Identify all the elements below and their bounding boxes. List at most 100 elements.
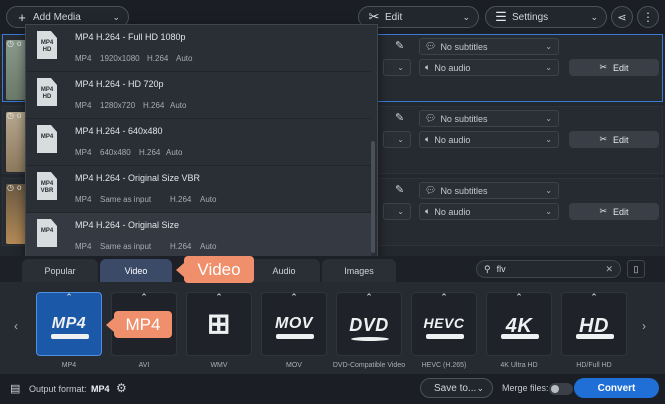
- format-4k[interactable]: ⌃ 4K: [486, 292, 552, 356]
- format-dropdown[interactable]: ⌄: [383, 131, 411, 148]
- tab-images[interactable]: Images: [322, 259, 396, 282]
- preset-bitrate: Auto: [166, 148, 183, 157]
- share-icon: ⋖: [617, 11, 627, 24]
- expand-up-icon: ⌃: [365, 292, 373, 302]
- merge-files-toggle[interactable]: [549, 383, 573, 395]
- popup-scrollbar[interactable]: [371, 141, 375, 253]
- clock-icon: ◷: [7, 39, 14, 48]
- scroll-left-icon[interactable]: ‹: [14, 319, 18, 333]
- preset-codec: H.264: [139, 148, 161, 157]
- device-detect-button[interactable]: ▯: [627, 260, 645, 278]
- windows-logo-icon: ⊞: [207, 308, 231, 339]
- preset-resolution: 1920x1080: [100, 54, 140, 63]
- tab-video[interactable]: Video: [100, 259, 172, 282]
- pencil-icon[interactable]: ✎: [395, 111, 404, 124]
- audio-dropdown[interactable]: 🔈︎ No audio ⌄: [419, 203, 559, 220]
- more-icon: ⋮: [642, 10, 654, 24]
- chevron-down-icon: ⌄: [112, 11, 120, 22]
- tab-popular[interactable]: Popular: [22, 259, 98, 282]
- convert-label: Convert: [597, 382, 636, 394]
- audio-dropdown[interactable]: 🔈︎ No audio ⌄: [419, 59, 559, 76]
- formats-strip: ⌃ MP4 ⌃ ⌃ ⊞ ⌃ MOV ⌃ DVD ⌃ HEVC ⌃ 4K ⌃ HD: [0, 282, 665, 374]
- preset-title: MP4 H.264 - 640x480: [75, 126, 163, 136]
- row-edit-label: Edit: [613, 62, 629, 73]
- convert-button[interactable]: Convert: [574, 378, 659, 398]
- mp4-file-icon: MP4 VBR: [37, 172, 57, 200]
- pencil-icon[interactable]: ✎: [395, 39, 404, 52]
- callout-label: MP4: [125, 314, 161, 334]
- tab-audio[interactable]: Audio: [248, 259, 320, 282]
- format-mp4[interactable]: ⌃ MP4: [36, 292, 102, 356]
- preset-bitrate: Auto: [200, 195, 217, 204]
- search-icon: ⚲: [484, 263, 491, 274]
- more-button[interactable]: ⋮: [637, 6, 659, 28]
- row-edit-button[interactable]: ✂ Edit: [569, 59, 659, 76]
- preset-codec: H.264: [170, 242, 192, 251]
- share-button[interactable]: ⋖: [611, 6, 633, 28]
- format-dvd[interactable]: ⌃ DVD: [336, 292, 402, 356]
- mp4-file-icon: MP4 HD: [37, 78, 57, 106]
- gear-icon[interactable]: ⚙: [116, 381, 127, 395]
- video-callout: Video: [176, 256, 254, 283]
- expand-up-icon: ⌃: [440, 292, 448, 302]
- mp4-file-icon: MP4: [37, 219, 57, 247]
- preset-codec: H.264: [147, 54, 169, 63]
- format-dropdown[interactable]: ⌄: [383, 203, 411, 220]
- row-edit-label: Edit: [613, 134, 629, 145]
- preset-title: MP4 H.264 - Original Size: [75, 220, 180, 230]
- preset-item[interactable]: MP4 MP4 H.264 - 640x480 MP4 640x480 H.26…: [26, 119, 371, 166]
- speaker-icon: 🔈︎: [425, 134, 431, 144]
- format-wmv[interactable]: ⌃ ⊞: [186, 292, 252, 356]
- preset-item[interactable]: MP4 VBR MP4 H.264 - Original Size VBR MP…: [26, 166, 371, 213]
- format-label: HEVC (H.265): [421, 362, 467, 369]
- expand-up-icon: ⌃: [290, 292, 298, 302]
- format-mov[interactable]: ⌃ MOV: [261, 292, 327, 356]
- format-logo-underline: [351, 337, 389, 341]
- preset-item[interactable]: MP4 MP4 H.264 - Original Size MP4 Same a…: [26, 213, 371, 257]
- preset-bitrate: Auto: [170, 101, 187, 110]
- chevron-down-icon: ⌄: [397, 63, 404, 72]
- format-hd[interactable]: ⌃ HD: [561, 292, 627, 356]
- preset-container: MP4: [75, 101, 92, 110]
- speech-bubble-icon: 💬︎: [425, 185, 437, 195]
- tools-icon: ✂: [599, 62, 608, 72]
- subtitles-dropdown[interactable]: 💬︎ No subtitles ⌄: [419, 182, 559, 199]
- chevron-down-icon: ⌄: [397, 135, 404, 144]
- preset-container: MP4: [75, 148, 92, 157]
- format-logo-underline: [51, 334, 89, 339]
- settings-button[interactable]: ☰ Settings ⌄: [485, 6, 607, 28]
- mp4-file-icon: MP4: [37, 125, 57, 153]
- format-hevc[interactable]: ⌃ HEVC: [411, 292, 477, 356]
- subtitles-dropdown[interactable]: 💬︎ No subtitles ⌄: [419, 110, 559, 127]
- preset-item[interactable]: MP4 HD MP4 H.264 - Full HD 1080p MP4 192…: [26, 25, 371, 72]
- expand-up-icon: ⌃: [590, 292, 598, 302]
- save-to-button[interactable]: Save to... ⌄: [420, 378, 493, 398]
- chevron-down-icon: ⌄: [462, 11, 470, 22]
- format-dropdown[interactable]: ⌄: [383, 59, 411, 76]
- chevron-down-icon: ⌄: [545, 135, 552, 144]
- clear-icon[interactable]: ✕: [605, 264, 613, 275]
- audio-dropdown[interactable]: 🔈︎ No audio ⌄: [419, 131, 559, 148]
- format-label: MP4: [61, 362, 77, 369]
- preset-item[interactable]: MP4 HD MP4 H.264 - HD 720p MP4 1280x720 …: [26, 72, 371, 119]
- mp4-file-icon: MP4 HD: [37, 31, 57, 59]
- settings-label: Settings: [512, 11, 549, 23]
- device-icon: ▯: [633, 264, 639, 274]
- format-search-input[interactable]: ⚲ flv ✕: [476, 260, 621, 278]
- format-logo: MP4: [51, 315, 87, 332]
- expand-up-icon: ⌃: [65, 292, 73, 302]
- row-edit-button[interactable]: ✂ Edit: [569, 203, 659, 220]
- preset-resolution: 1280x720: [100, 101, 136, 110]
- tools-icon: ✂: [599, 134, 608, 144]
- row-edit-button[interactable]: ✂ Edit: [569, 131, 659, 148]
- scroll-right-icon[interactable]: ›: [642, 319, 646, 333]
- pencil-icon[interactable]: ✎: [395, 183, 404, 196]
- speech-bubble-icon: 💬︎: [425, 113, 437, 123]
- format-logo-underline: [576, 334, 614, 339]
- format-label: HD/Full HD: [576, 362, 612, 369]
- subtitles-dropdown[interactable]: 💬︎ No subtitles ⌄: [419, 38, 559, 55]
- chevron-down-icon: ⌄: [545, 63, 552, 72]
- subtitles-value: No subtitles: [440, 113, 488, 124]
- save-to-label: Save to...: [434, 382, 477, 394]
- speaker-icon: 🔈︎: [425, 206, 431, 216]
